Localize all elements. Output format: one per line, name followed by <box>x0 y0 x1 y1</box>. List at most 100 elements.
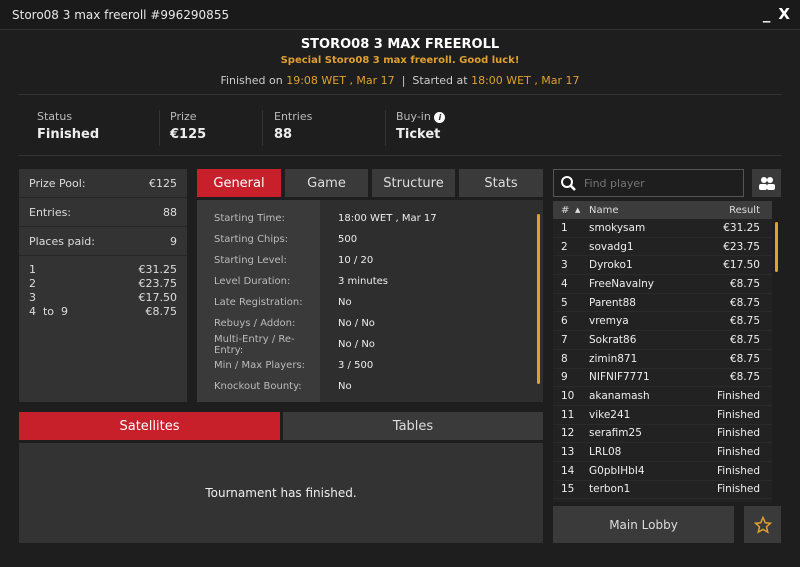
player-row[interactable]: 8 zimin871 €8.75 <box>553 350 772 369</box>
search-field[interactable] <box>553 169 744 197</box>
player-row[interactable]: 2 sovadg1 €23.75 <box>553 238 772 257</box>
detail-row: Rebuys / Addon: No / No <box>197 313 543 334</box>
detail-value: 10 / 20 <box>338 255 374 266</box>
player-row[interactable]: 13 LRL08 Finished <box>553 443 772 462</box>
player-rank: 14 <box>561 464 575 477</box>
detail-row: Knockout Bounty: No <box>197 376 543 397</box>
tournament-subtitle: Special Storo08 3 max freeroll. Good luc… <box>280 55 520 66</box>
col-num[interactable]: # <box>553 205 569 216</box>
tab-stats[interactable]: Stats <box>459 169 543 197</box>
detail-row: Min / Max Players: 3 / 500 <box>197 355 543 376</box>
favorite-button[interactable] <box>744 506 781 543</box>
tab-general[interactable]: General <box>197 169 281 197</box>
player-name: FreeNavalny <box>589 277 655 290</box>
detail-value: No <box>338 381 352 392</box>
window-title: Storo08 3 max freeroll #996290855 <box>12 8 230 22</box>
player-row[interactable]: 15 terbon1 Finished <box>553 481 772 500</box>
player-row[interactable]: 10 akanamash Finished <box>553 387 772 406</box>
player-rank: 13 <box>561 446 575 459</box>
scrollbar[interactable] <box>537 214 540 384</box>
player-rank: 3 <box>561 259 568 272</box>
users-icon <box>758 177 775 190</box>
detail-label: Starting Level: <box>214 255 287 266</box>
minimize-button[interactable]: _ <box>763 5 771 23</box>
detail-row: Multi-Entry / Re-Entry: No / No <box>197 333 543 356</box>
close-button[interactable]: X <box>778 5 790 23</box>
detail-value: No / No <box>338 318 375 329</box>
player-row[interactable]: 12 serafim25 Finished <box>553 425 772 444</box>
player-name: vremya <box>589 315 629 328</box>
search-icon <box>561 176 576 191</box>
separator: | <box>401 74 406 87</box>
player-result: €17.50 <box>723 259 760 272</box>
summary-entries: Entries 88 <box>274 110 313 142</box>
player-result: €8.75 <box>729 315 760 328</box>
player-row[interactable]: 5 Parent88 €8.75 <box>553 294 772 313</box>
player-name: Sokrat86 <box>589 333 637 346</box>
info-icon[interactable]: i <box>434 112 446 123</box>
detail-row: Level Duration: 3 minutes <box>197 271 543 292</box>
tab-satellites[interactable]: Satellites <box>19 412 280 440</box>
player-row[interactable]: 7 Sokrat86 €8.75 <box>553 331 772 350</box>
divider <box>18 94 782 95</box>
player-rank: 1 <box>561 221 568 234</box>
detail-label: Multi-Entry / Re-Entry: <box>214 333 295 356</box>
tab-game[interactable]: Game <box>285 169 368 197</box>
player-rank: 4 <box>561 277 568 290</box>
detail-value: 3 / 500 <box>338 360 374 371</box>
player-row[interactable]: 9 NIFNIF7771 €8.75 <box>553 369 772 388</box>
player-name: Parent88 <box>589 296 636 309</box>
player-name: sovadg1 <box>589 240 634 253</box>
player-name: G0pbIHbI4 <box>589 464 645 477</box>
player-name: vike241 <box>589 408 631 421</box>
player-result: €31.25 <box>723 221 760 234</box>
detail-label: Starting Time: <box>214 213 285 224</box>
player-rank: 5 <box>561 296 568 309</box>
col-result[interactable]: Result <box>702 205 772 216</box>
player-rank: 12 <box>561 427 575 440</box>
player-name: terbon1 <box>589 483 631 496</box>
title-bar: Storo08 3 max freeroll #996290855 _ X <box>0 0 800 30</box>
sort-asc-icon[interactable]: ▲ <box>569 206 589 214</box>
player-row[interactable]: 14 G0pbIHbI4 Finished <box>553 462 772 481</box>
detail-row: Starting Time: 18:00 WET , Mar 17 <box>197 208 543 229</box>
player-row[interactable]: 1 smokysam €31.25 <box>553 219 772 238</box>
player-name: LRL08 <box>589 446 622 459</box>
col-name[interactable]: Name <box>589 205 702 216</box>
player-name: zimin871 <box>589 352 638 365</box>
player-rank: 7 <box>561 333 568 346</box>
detail-label: Starting Chips: <box>214 234 289 245</box>
detail-row: Late Registration: No <box>197 292 543 313</box>
player-row[interactable]: 11 vike241 Finished <box>553 406 772 425</box>
detail-label: Rebuys / Addon: <box>214 318 296 329</box>
detail-label: Level Duration: <box>214 276 291 287</box>
player-rank: 8 <box>561 352 568 365</box>
main-lobby-button[interactable]: Main Lobby <box>553 506 734 543</box>
general-details: Starting Time: 18:00 WET , Mar 17 Starting… <box>197 200 543 402</box>
player-row[interactable]: 4 FreeNavalny €8.75 <box>553 275 772 294</box>
finished-label: Finished on <box>220 74 283 87</box>
player-result: €23.75 <box>723 240 760 253</box>
player-rank: 15 <box>561 483 575 496</box>
detail-value: 500 <box>338 234 358 245</box>
star-icon <box>753 515 772 534</box>
player-name: NIFNIF7771 <box>589 371 650 384</box>
search-input[interactable] <box>584 176 734 190</box>
tab-structure[interactable]: Structure <box>372 169 455 197</box>
tab-tables[interactable]: Tables <box>283 412 543 440</box>
player-row[interactable]: 6 vremya €8.75 <box>553 312 772 332</box>
player-name: smokysam <box>589 221 646 234</box>
detail-value: 18:00 WET , Mar 17 <box>338 213 437 224</box>
player-rank: 6 <box>561 315 568 328</box>
player-row[interactable]: 3 Dyroko1 €17.50 <box>553 256 772 276</box>
player-result: Finished <box>716 464 760 477</box>
tournament-times: Finished on 19:08 WET , Mar 17 | Started… <box>0 74 800 87</box>
player-name: serafim25 <box>589 427 642 440</box>
detail-value: No <box>338 297 352 308</box>
player-rank: 10 <box>561 390 575 403</box>
players-scrollbar[interactable] <box>775 222 778 272</box>
player-result: Finished <box>716 427 760 440</box>
friends-button[interactable] <box>752 169 781 197</box>
detail-value: No / No <box>338 339 375 350</box>
player-result: Finished <box>716 390 760 403</box>
